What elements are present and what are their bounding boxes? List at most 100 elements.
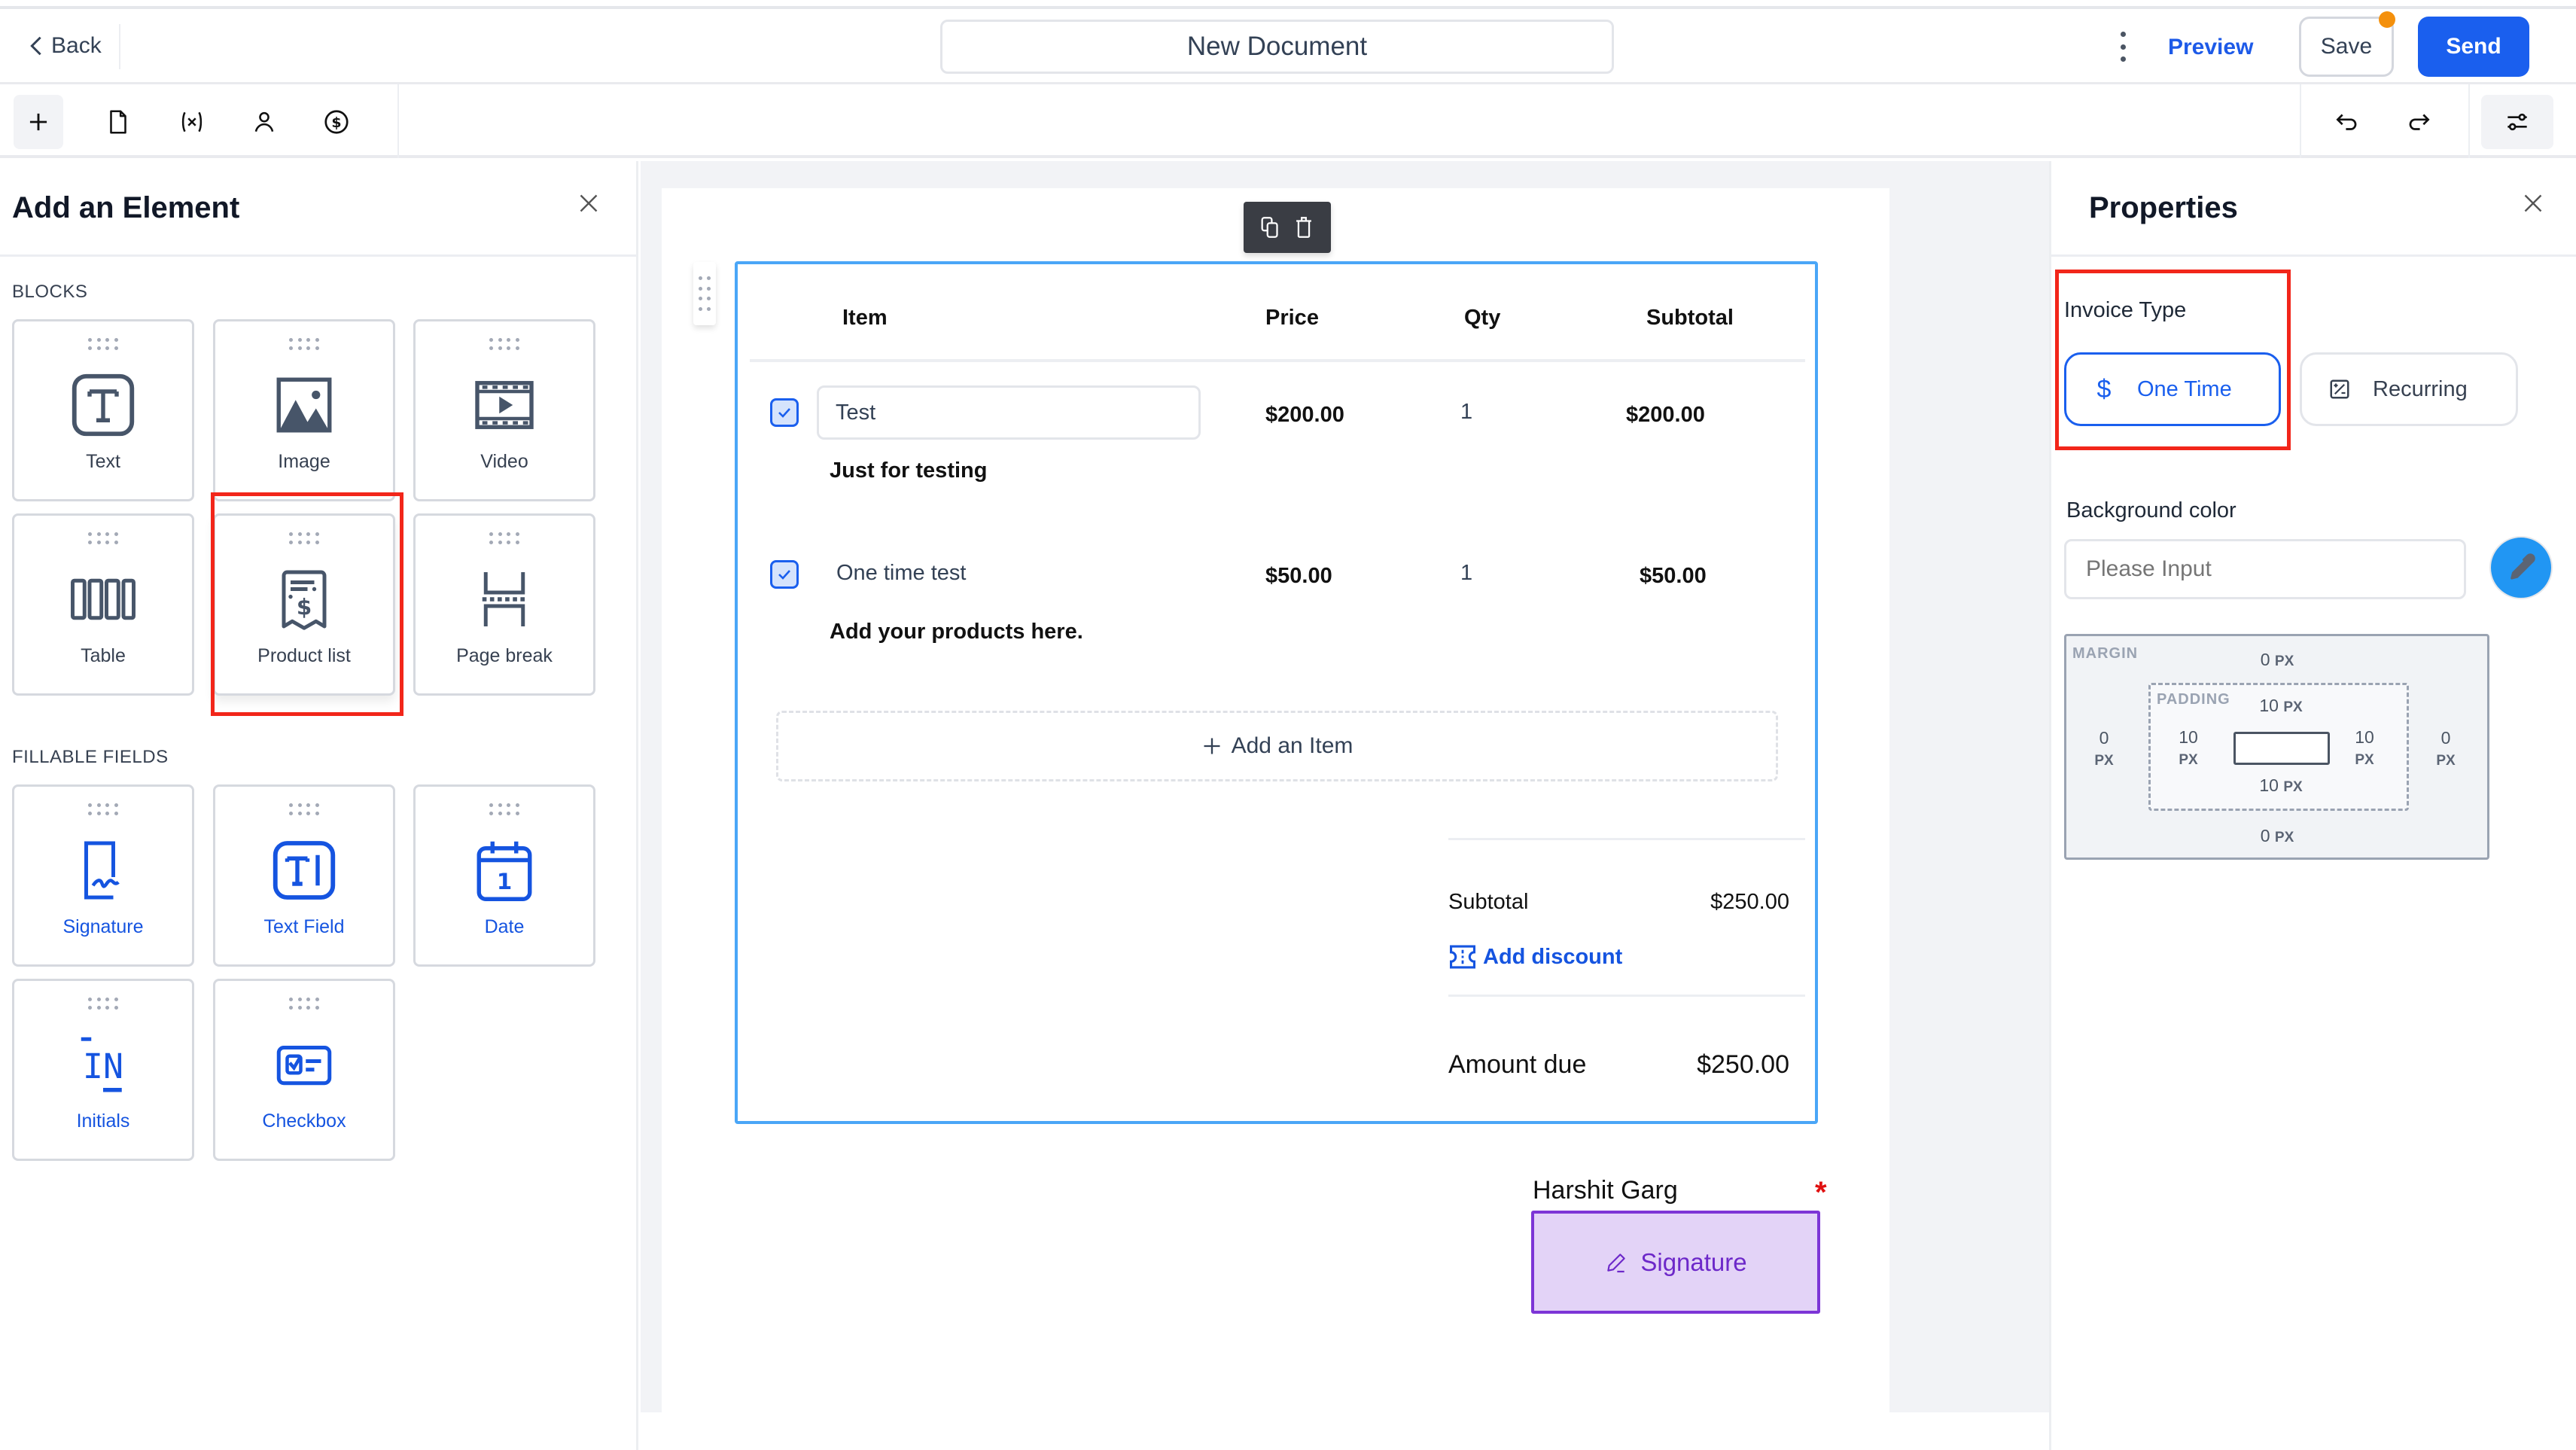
subtotal-label: Subtotal <box>1448 890 1529 914</box>
element-tile-date[interactable]: 1 Date <box>413 784 595 967</box>
padding-left-value[interactable]: 10 PX <box>2173 727 2203 769</box>
drag-dots-icon <box>289 532 319 546</box>
svg-text:IN: IN <box>83 1046 123 1086</box>
item-qty[interactable]: 1 <box>1460 400 1472 425</box>
element-tile-page-break[interactable]: Page break <box>413 513 595 696</box>
padding-bottom-value[interactable]: 10 PX <box>2255 775 2307 797</box>
element-tile-text[interactable]: Text <box>12 319 194 501</box>
item-qty[interactable]: 1 <box>1460 561 1472 586</box>
signature-field[interactable]: Signature <box>1531 1211 1820 1314</box>
properties-panel: Properties Invoice Type $ One Time Recur… <box>2049 161 2576 1450</box>
text-field-icon <box>273 841 336 900</box>
recipients-tool-button[interactable] <box>239 95 289 149</box>
drag-dots-icon <box>489 532 519 546</box>
calendar-icon: 1 <box>477 841 532 901</box>
video-icon <box>475 381 534 429</box>
margin-bottom-value[interactable]: 0 PX <box>2255 826 2300 847</box>
tile-label: Table <box>81 645 126 666</box>
trash-icon[interactable] <box>1293 215 1315 240</box>
add-discount-label: Add discount <box>1483 944 1623 969</box>
back-button[interactable]: Back <box>29 27 102 65</box>
item-name-input[interactable]: Test <box>817 385 1201 440</box>
dollar-circle-icon: $ <box>324 110 349 134</box>
save-button[interactable]: Save <box>2299 17 2394 77</box>
variables-tool-button[interactable] <box>167 95 217 149</box>
option-label: One Time <box>2137 376 2232 401</box>
pen-icon <box>1607 1253 1626 1272</box>
element-tile-image[interactable]: Image <box>213 319 395 501</box>
invoice-type-recurring[interactable]: Recurring <box>2300 352 2518 426</box>
element-tile-initials[interactable]: IN Initials <box>12 979 194 1161</box>
invoice-type-label: Invoice Type <box>2064 298 2187 322</box>
back-label: Back <box>51 33 102 58</box>
element-tile-text-field[interactable]: Text Field <box>213 784 395 967</box>
padding-label: PADDING <box>2157 691 2230 708</box>
send-button[interactable]: Send <box>2418 17 2529 77</box>
pricing-tool-button[interactable]: $ <box>312 95 361 149</box>
element-tile-video[interactable]: Video <box>413 319 595 501</box>
row-checkbox[interactable] <box>770 398 799 427</box>
tile-label: Text Field <box>263 916 345 937</box>
section-label-blocks: BLOCKS <box>12 282 88 302</box>
redo-button[interactable] <box>2394 95 2444 149</box>
product-list-block[interactable]: Item Price Qty Subtotal Test $200.00 1 $… <box>735 261 1818 1124</box>
item-description[interactable]: Just for testing <box>830 458 987 483</box>
element-tile-checkbox[interactable]: Checkbox <box>213 979 395 1161</box>
add-discount-button[interactable]: Add discount <box>1448 944 1622 970</box>
recurring-icon <box>2325 378 2355 401</box>
margin-left-value[interactable]: 0 PX <box>2089 728 2119 769</box>
margin-top-value[interactable]: 0 PX <box>2255 650 2300 671</box>
redo-icon <box>2409 114 2430 130</box>
drag-dots-icon <box>88 338 118 352</box>
row-checkbox[interactable] <box>770 560 799 589</box>
element-tile-table[interactable]: Table <box>12 513 194 696</box>
invoice-type-one-time[interactable]: $ One Time <box>2064 352 2281 426</box>
close-icon[interactable] <box>575 190 602 217</box>
color-picker-button[interactable] <box>2489 536 2553 599</box>
tile-label: Product list <box>257 645 351 666</box>
more-options-icon[interactable] <box>2115 32 2130 62</box>
document-title-input[interactable]: New Document <box>940 20 1614 74</box>
preview-button[interactable]: Preview <box>2168 29 2253 66</box>
document-icon <box>110 110 126 134</box>
undo-button[interactable] <box>2322 95 2372 149</box>
background-color-input[interactable] <box>2064 539 2466 599</box>
block-drag-handle[interactable] <box>693 262 716 325</box>
document-tool-button[interactable] <box>93 95 143 149</box>
table-icon <box>71 578 135 620</box>
add-item-label: Add an Item <box>1231 733 1353 758</box>
close-icon[interactable] <box>2520 190 2547 217</box>
item-description[interactable]: Add your products here. <box>830 620 1083 644</box>
plus-icon <box>1204 738 1220 754</box>
tile-label: Page break <box>456 645 553 666</box>
add-element-tool-button[interactable] <box>14 95 63 149</box>
element-tile-product-list[interactable]: $ Product list <box>213 513 395 696</box>
initials-icon: IN <box>81 1037 123 1092</box>
item-price: $50.00 <box>1265 564 1332 588</box>
margin-right-value[interactable]: 0 PX <box>2431 728 2461 769</box>
column-header-price: Price <box>1265 306 1319 330</box>
drag-dots-icon <box>88 532 118 546</box>
tile-label: Text <box>86 451 120 472</box>
option-label: Recurring <box>2373 376 2468 401</box>
settings-button[interactable] <box>2481 95 2553 149</box>
padding-top-value[interactable]: 10 PX <box>2255 696 2307 717</box>
add-item-button[interactable]: Add an Item <box>776 711 1778 781</box>
signer-name: Harshit Garg <box>1533 1176 1678 1205</box>
tile-label: Date <box>484 916 525 937</box>
toolbar-divider <box>2300 84 2301 158</box>
document-canvas: Item Price Qty Subtotal Test $200.00 1 $… <box>641 161 2049 1412</box>
item-name[interactable]: One time test <box>836 561 966 586</box>
section-label-fillable-fields: FILLABLE FIELDS <box>12 747 169 767</box>
item-subtotal: $50.00 <box>1640 564 1707 588</box>
padding-right-value[interactable]: 10 PX <box>2349 727 2380 769</box>
element-tile-signature[interactable]: Signature <box>12 784 194 967</box>
canvas-footer <box>641 1412 2049 1450</box>
tile-label: Video <box>480 451 528 472</box>
unsaved-changes-indicator <box>2379 11 2395 28</box>
required-marker: * <box>1815 1176 1827 1209</box>
editor-toolbar: $ <box>0 84 2576 158</box>
duplicate-icon[interactable] <box>1259 215 1282 240</box>
variable-icon <box>181 111 202 133</box>
block-actions-toolbar <box>1244 202 1331 253</box>
